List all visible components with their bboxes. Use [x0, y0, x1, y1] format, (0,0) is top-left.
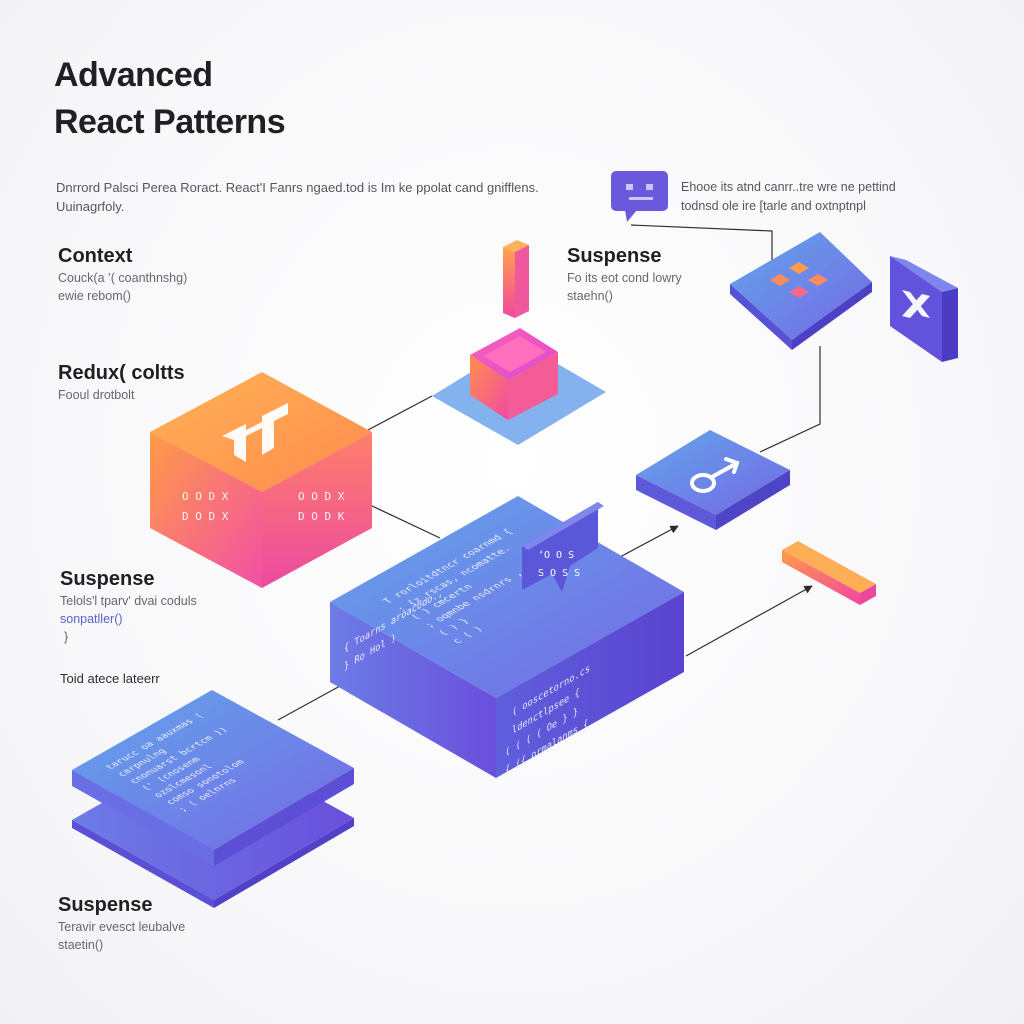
chat-bubble-icon — [611, 171, 668, 222]
cube-side-code-line-1: O O D X — [298, 490, 345, 503]
connector-center-to-bar — [685, 585, 813, 657]
connector-cube-to-center — [369, 504, 441, 539]
connector-cube-to-box — [367, 395, 433, 431]
stacked-layers-block: tarucc oa aauxmas ( carpnulng cnonuarst … — [72, 690, 354, 908]
open-box-block — [432, 328, 606, 445]
grid-tile — [730, 232, 872, 350]
connector-key-to-tile — [759, 346, 821, 453]
architecture-diagram: O O D X D O D X O O D X D O D K T rorloi… — [72, 171, 958, 908]
center-code-block: T rorloitdtncr coarnmd { : {z rscas, nco… — [330, 496, 684, 778]
bubble-code-line-2: S O S S — [538, 568, 580, 579]
cube-side-code-line-2: D O D K — [298, 510, 345, 523]
connector-stack-to-center — [277, 685, 341, 721]
pillar-block — [503, 240, 529, 318]
bubble-code-line-1: ‘O O S — [538, 550, 574, 561]
cube-face-code-line-2: D O D X — [182, 510, 229, 523]
connector-chat-to-tile — [630, 224, 773, 260]
x-panel — [890, 256, 958, 362]
connector-center-to-key — [619, 525, 679, 558]
context-cube: O O D X D O D X O O D X D O D K — [150, 372, 372, 588]
cube-face-code-line-1: O O D X — [182, 490, 229, 503]
key-tile — [636, 430, 790, 530]
